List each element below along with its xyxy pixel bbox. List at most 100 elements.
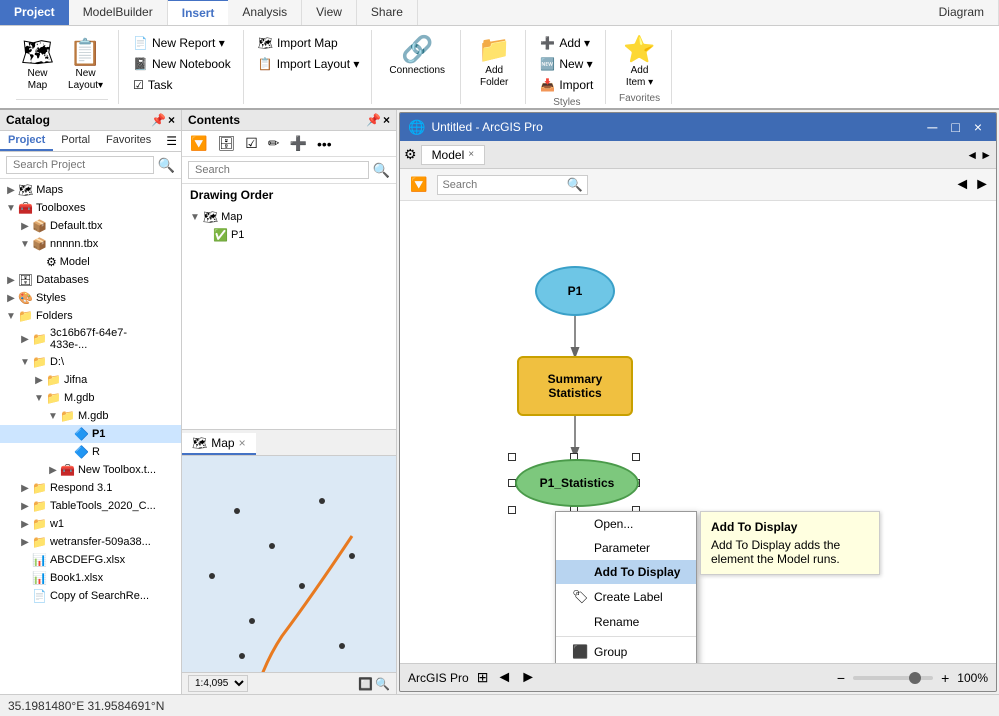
model-canvas[interactable]: P1 SummaryStatistics P1_Statistics [400, 201, 996, 663]
import-layout-button[interactable]: 📋 Import Layout ▾ [254, 55, 364, 73]
catalog-menu-icon[interactable]: ☰ [162, 131, 181, 151]
win-maximize-button[interactable]: □ [945, 117, 965, 137]
list-item[interactable]: 🔷 P1 [0, 425, 181, 443]
tab-insert[interactable]: Insert [168, 0, 229, 25]
catalog-search-button[interactable]: 🔍 [158, 157, 175, 174]
contents-pin-icon[interactable]: 📌 [366, 113, 381, 127]
new-layout-button[interactable]: 📋 NewLayout▾ [63, 35, 108, 94]
contents-edit-button[interactable]: ✏ [264, 133, 284, 154]
new-map-button[interactable]: 🗺 NewMap [16, 35, 59, 94]
model-tab-close[interactable]: × [468, 149, 474, 160]
status-grid-button[interactable]: ⊞ [477, 669, 489, 686]
model-tab-scroll-right[interactable]: ► [980, 148, 992, 162]
add-folder-button[interactable]: 📁 AddFolder [473, 32, 515, 91]
contents-select-button[interactable]: ☑ [241, 133, 262, 154]
contents-close-icon[interactable]: × [383, 113, 390, 127]
add-item-button[interactable]: ⭐ AddItem ▾ [618, 32, 660, 91]
catalog-tab-project[interactable]: Project [0, 131, 53, 151]
contents-search-button[interactable]: 🔍 [373, 162, 390, 179]
list-item[interactable]: ▼ 📁 M.gdb [0, 407, 181, 425]
context-menu-item-add-to-display[interactable]: Add To Display [556, 560, 696, 584]
list-item[interactable]: ▶ 🗄 Databases [0, 271, 181, 289]
context-menu-item-group[interactable]: ⬛ Group [556, 639, 696, 663]
zoom-out-button[interactable]: − [837, 670, 845, 686]
list-item[interactable]: 📊 Book1.xlsx [0, 569, 181, 587]
task-button[interactable]: ☑ Task [129, 76, 235, 94]
catalog-pin-icon[interactable]: 📌 [151, 113, 166, 127]
map-tab-map[interactable]: 🗺 Map × [182, 433, 256, 455]
contents-add-button[interactable]: ➕ [286, 133, 311, 154]
list-item[interactable]: ▶ 📁 3c16b67f-64e7-433e-... [0, 325, 181, 353]
tab-modelbuilder[interactable]: ModelBuilder [69, 0, 168, 25]
model-tab-scroll-left[interactable]: ◄ [966, 148, 978, 162]
list-item[interactable]: ▶ 📦 Default.tbx [0, 217, 181, 235]
catalog-tab-favorites[interactable]: Favorites [98, 131, 159, 151]
list-item[interactable]: ▼ 📁 D:\ [0, 353, 181, 371]
list-item[interactable]: 🔷 R [0, 443, 181, 461]
tab-view[interactable]: View [302, 0, 357, 25]
import-map-button[interactable]: 🗺 Import Map [254, 34, 364, 52]
win-minimize-button[interactable]: ─ [921, 117, 943, 137]
list-item[interactable]: ▼ 📁 Folders [0, 307, 181, 325]
summary-statistics-node[interactable]: SummaryStatistics [517, 356, 633, 416]
add-styles-button[interactable]: ➕Add ▾ [536, 34, 597, 52]
connections-button[interactable]: 🔗 Connections [384, 32, 450, 78]
scale-select[interactable]: 1:4,095 [188, 675, 248, 692]
node-handle-tl[interactable] [508, 453, 516, 461]
p1-statistics-node[interactable]: P1_Statistics [515, 459, 639, 507]
context-menu-item-create-label[interactable]: 🏷 Create Label [556, 584, 696, 610]
map-zoom-in-btn[interactable]: 🔍 [375, 677, 390, 691]
context-menu-item-open[interactable]: Open... [556, 512, 696, 536]
new-styles-icon: 🆕 [540, 57, 555, 71]
list-item[interactable]: ▼ 📁 M.gdb [0, 389, 181, 407]
new-notebook-button[interactable]: 📓 New Notebook [129, 55, 235, 73]
list-item[interactable]: ▶ 📁 wetransfer-509a38... [0, 533, 181, 551]
win-close-button[interactable]: × [968, 117, 988, 137]
list-item[interactable]: ▶ 📁 w1 [0, 515, 181, 533]
new-styles-button[interactable]: 🆕New ▾ [536, 55, 597, 73]
list-item[interactable]: ▶ 🗺 Maps [0, 181, 181, 199]
map-tab-close[interactable]: × [239, 436, 246, 450]
list-item[interactable]: 📄 Copy of SearchRe... [0, 587, 181, 605]
catalog-close-icon[interactable]: × [168, 113, 175, 127]
node-handle-bl[interactable] [508, 506, 516, 514]
model-search-button[interactable]: 🔍 [566, 177, 582, 193]
model-tab[interactable]: Model × [421, 145, 486, 165]
list-item[interactable]: ▼ 📦 nnnnn.tbx [0, 235, 181, 253]
tab-diagram[interactable]: Diagram [925, 0, 999, 25]
back-nav-button[interactable]: ◄ [954, 176, 970, 194]
map-nav-btn[interactable]: 🔲 [358, 677, 373, 691]
list-item[interactable]: ▼ 🗺 Map [182, 208, 396, 226]
contents-search-input[interactable] [188, 161, 369, 179]
node-handle-tr[interactable] [632, 453, 640, 461]
import-styles-button[interactable]: 📥Import [536, 76, 597, 94]
list-item[interactable]: ▶ 📁 TableTools_2020_C... [0, 497, 181, 515]
tab-share[interactable]: Share [357, 0, 418, 25]
tab-analysis[interactable]: Analysis [228, 0, 302, 25]
list-item[interactable]: ▶ 🧰 New Toolbox.t... [0, 461, 181, 479]
catalog-search-input[interactable] [6, 156, 154, 174]
new-report-button[interactable]: 📄 New Report ▾ [129, 34, 235, 52]
context-menu-item-rename[interactable]: Rename [556, 610, 696, 634]
model-search-input[interactable] [442, 179, 562, 191]
list-item[interactable]: ⚙ Model [0, 253, 181, 271]
list-item[interactable]: 📊 ABCDEFG.xlsx [0, 551, 181, 569]
status-back-button[interactable]: ◄ [496, 669, 512, 687]
forward-nav-button[interactable]: ► [974, 176, 990, 194]
list-item[interactable]: ▶ 📁 Respond 3.1 [0, 479, 181, 497]
contents-db-button[interactable]: 🗄 [213, 133, 239, 154]
list-item[interactable]: ✅ P1 [182, 226, 396, 244]
catalog-tab-portal[interactable]: Portal [53, 131, 98, 151]
p1-node[interactable]: P1 [535, 266, 615, 316]
contents-filter-button[interactable]: 🔽 [186, 133, 211, 154]
contents-more-button[interactable]: ••• [313, 134, 336, 154]
list-item[interactable]: ▼ 🧰 Toolboxes [0, 199, 181, 217]
context-menu-item-parameter[interactable]: Parameter [556, 536, 696, 560]
filter-button[interactable]: 🔽 [406, 174, 431, 195]
status-forward-button[interactable]: ► [520, 669, 536, 687]
map-area[interactable] [182, 456, 396, 672]
list-item[interactable]: ▶ 🎨 Styles [0, 289, 181, 307]
tab-project[interactable]: Project [0, 0, 69, 25]
list-item[interactable]: ▶ 📁 Jifna [0, 371, 181, 389]
zoom-in-button[interactable]: + [941, 670, 949, 686]
